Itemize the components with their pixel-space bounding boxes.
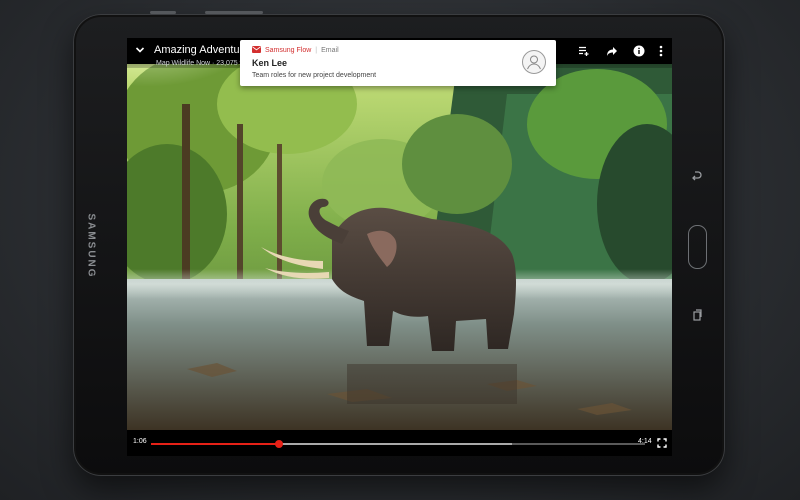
- video-frame[interactable]: [127, 64, 672, 430]
- screen: Amazing Adventures - Map Wildlife Now · …: [127, 38, 672, 456]
- chevron-down-icon[interactable]: [134, 44, 146, 56]
- notification-category: Email: [321, 47, 339, 54]
- notification-separator: |: [315, 47, 318, 54]
- notification-header: Samsung Flow | Email: [252, 46, 339, 55]
- share-icon[interactable]: [605, 44, 619, 58]
- notification-app: Samsung Flow: [265, 47, 312, 54]
- seek-thumb[interactable]: [275, 440, 284, 448]
- played-bar: [151, 443, 280, 445]
- user-avatar-icon: [527, 55, 541, 70]
- video-scene: [127, 64, 672, 430]
- fullscreen-icon[interactable]: [656, 437, 668, 449]
- player-controls: 1:06 4:14: [127, 430, 672, 456]
- notification-card[interactable]: Samsung Flow | Email Ken Lee Team roles …: [240, 40, 556, 86]
- notification-message: Team roles for new project development: [252, 72, 377, 79]
- power-button: [205, 11, 263, 14]
- email-icon: [252, 46, 261, 55]
- total-time: 4:14: [638, 438, 652, 445]
- current-time: 1:06: [133, 438, 147, 445]
- back-key-icon[interactable]: [689, 168, 705, 184]
- avatar: [522, 50, 546, 74]
- info-icon[interactable]: [632, 44, 646, 58]
- more-vert-icon[interactable]: [656, 44, 666, 58]
- volume-button: [150, 11, 176, 14]
- recents-key-icon[interactable]: [689, 307, 705, 323]
- add-to-queue-icon[interactable]: [577, 44, 591, 58]
- brand-logo: SAMSUNG: [85, 213, 97, 279]
- notification-sender: Ken Lee: [252, 58, 288, 68]
- seek-bar[interactable]: [151, 440, 645, 448]
- home-key[interactable]: [688, 225, 707, 269]
